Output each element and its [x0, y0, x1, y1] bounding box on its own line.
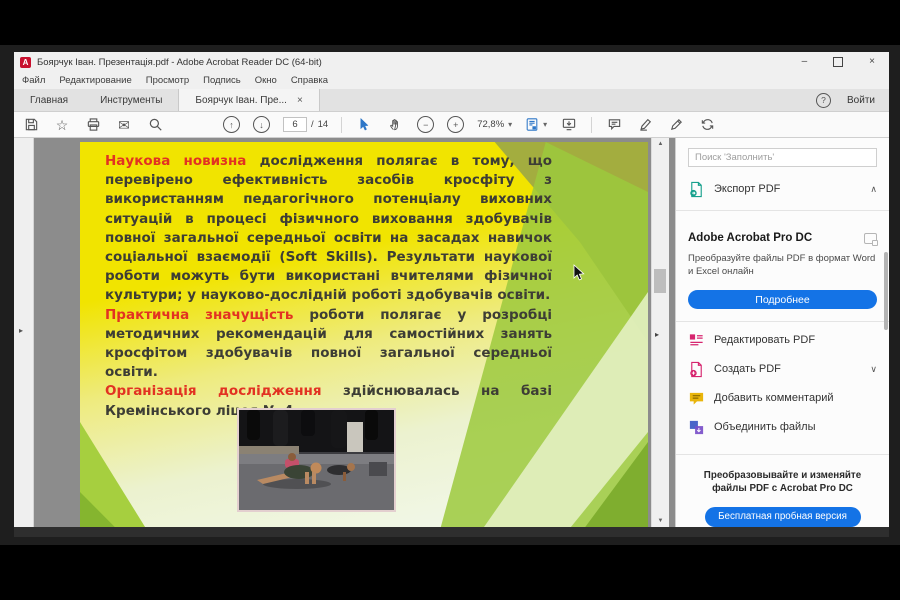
document-view: ▸ Наукова новизна дослідження полягає в …: [14, 138, 675, 527]
window-title: Боярчук Іван. Презентація.pdf - Adobe Ac…: [37, 57, 322, 68]
page-display-dropdown[interactable]: ▾: [525, 117, 547, 132]
create-pdf-label: Создать PDF: [714, 363, 781, 375]
page-number-input[interactable]: 6: [283, 117, 307, 132]
chevron-down-icon: ▾: [508, 120, 512, 129]
document-scrollbar[interactable]: ▲ ▼: [651, 138, 669, 527]
expand-nav-pane-icon[interactable]: ▸: [19, 326, 23, 335]
edit-pdf-item[interactable]: Редактировать PDF: [688, 326, 877, 355]
window-bottom-edge: [14, 527, 889, 537]
acrobat-logo-icon: A: [20, 57, 31, 68]
menu-window[interactable]: Окно: [255, 75, 277, 86]
footer-promo-text: Преобразовывайте и изменяйте файлы PDF с…: [688, 469, 877, 495]
edit-pdf-label: Редактировать PDF: [714, 334, 815, 346]
details-button[interactable]: Подробнее: [688, 290, 877, 309]
tab-bar: Главная Инструменты Боярчук Іван. Пре...…: [14, 89, 889, 112]
export-pdf-item[interactable]: Экспорт PDF ∧: [688, 181, 877, 198]
scroll-up-icon[interactable]: ▲: [652, 141, 669, 147]
ad-badge-icon: [864, 233, 877, 244]
scroll-down-icon[interactable]: ▼: [652, 518, 669, 524]
pdf-page: Наукова новизна дослідження полягає в то…: [80, 142, 648, 527]
create-pdf-icon: [688, 361, 705, 378]
zoom-in-button[interactable]: +: [447, 116, 464, 133]
zoom-level-value: 72,8%: [477, 119, 504, 130]
add-comment-item[interactable]: Добавить комментарий: [688, 384, 877, 413]
tools-sidebar: Экспорт PDF ∧ Adobe Acrobat Pro DC Преоб…: [675, 138, 889, 527]
chevron-down-icon: ▾: [543, 120, 547, 129]
document-toolbar: ☆ ✉ ↑ ↓ 6 / 14: [14, 112, 889, 138]
close-button[interactable]: ×: [869, 57, 875, 67]
promo-description: Преобразуйте файлы PDF в формат Word и E…: [688, 252, 877, 278]
combine-files-item[interactable]: Объединить файлы: [688, 413, 877, 442]
next-page-button[interactable]: ↓: [253, 116, 270, 133]
combine-files-icon: [688, 419, 705, 436]
page-total: 14: [318, 119, 329, 130]
save-icon[interactable]: [22, 116, 40, 134]
highlight-tool-icon[interactable]: [636, 116, 654, 134]
collapse-panel-icon[interactable]: ▸: [655, 330, 659, 339]
zoom-level-dropdown[interactable]: 72,8% ▾: [477, 119, 512, 130]
create-pdf-item[interactable]: Создать PDF ∨: [688, 355, 877, 384]
navigation-pane-strip[interactable]: ▸: [14, 138, 34, 527]
export-pdf-label: Экспорт PDF: [714, 183, 780, 195]
shared-screen-region: A Боярчук Іван. Презентація.pdf - Adobe …: [0, 45, 900, 545]
slide-text-block: Наукова новизна дослідження полягає в то…: [105, 152, 552, 421]
star-icon[interactable]: ☆: [53, 116, 71, 134]
maximize-button[interactable]: [833, 57, 843, 67]
zoom-out-button[interactable]: −: [417, 116, 434, 133]
menu-edit[interactable]: Редактирование: [59, 75, 131, 86]
menu-file[interactable]: Файл: [22, 75, 45, 86]
search-tools-input[interactable]: [688, 148, 877, 167]
scrollbar-thumb[interactable]: [654, 269, 666, 293]
tab-close-icon[interactable]: ×: [297, 95, 303, 106]
email-icon[interactable]: ✉: [115, 116, 133, 134]
paragraph-scientific-novelty: Наукова новизна дослідження полягає в то…: [105, 152, 552, 306]
acrobat-window: A Боярчук Іван. Презентація.pdf - Adobe …: [14, 52, 889, 537]
chevron-up-icon[interactable]: ∧: [870, 184, 877, 195]
fill-sign-icon[interactable]: [667, 116, 685, 134]
previous-page-button[interactable]: ↑: [223, 116, 240, 133]
promo-title: Adobe Acrobat Pro DC: [688, 232, 812, 244]
tab-tools[interactable]: Инструменты: [84, 89, 178, 111]
free-trial-button[interactable]: Бесплатная пробная версия: [705, 507, 861, 527]
page-indicator: 6 / 14: [283, 117, 328, 132]
export-pdf-icon: [688, 181, 705, 198]
select-tool-icon[interactable]: [355, 116, 373, 134]
help-icon[interactable]: ?: [816, 93, 831, 108]
menu-help[interactable]: Справка: [291, 75, 328, 86]
tab-document[interactable]: Боярчук Іван. Пре... ×: [178, 89, 319, 111]
fit-width-icon[interactable]: [560, 116, 578, 134]
signin-button[interactable]: Войти: [847, 95, 875, 106]
hand-tool-icon[interactable]: [386, 116, 404, 134]
edit-pdf-icon: [688, 332, 705, 349]
add-comment-icon: [688, 390, 705, 407]
combine-files-label: Объединить файлы: [714, 421, 816, 433]
tab-document-label: Боярчук Іван. Пре...: [195, 95, 287, 106]
minimize-button[interactable]: –: [802, 57, 808, 67]
tab-home[interactable]: Главная: [14, 89, 84, 111]
chevron-down-icon[interactable]: ∨: [870, 364, 877, 375]
search-icon[interactable]: [146, 116, 164, 134]
title-bar: A Боярчук Іван. Презентація.pdf - Adobe …: [14, 52, 889, 72]
menu-sign[interactable]: Подпись: [203, 75, 241, 86]
add-comment-label: Добавить комментарий: [714, 392, 833, 404]
mouse-cursor: [573, 264, 586, 282]
print-icon[interactable]: [84, 116, 102, 134]
paragraph-practical-significance: Практична значущість роботи полягає у ро…: [105, 306, 552, 383]
sidebar-scrollbar-thumb[interactable]: [884, 252, 888, 330]
menu-view[interactable]: Просмотр: [146, 75, 189, 86]
menu-bar: Файл Редактирование Просмотр Подпись Окн…: [14, 72, 889, 89]
crossfit-photo: [237, 408, 396, 512]
convert-tool-icon[interactable]: [698, 116, 716, 134]
comment-tool-icon[interactable]: [605, 116, 623, 134]
